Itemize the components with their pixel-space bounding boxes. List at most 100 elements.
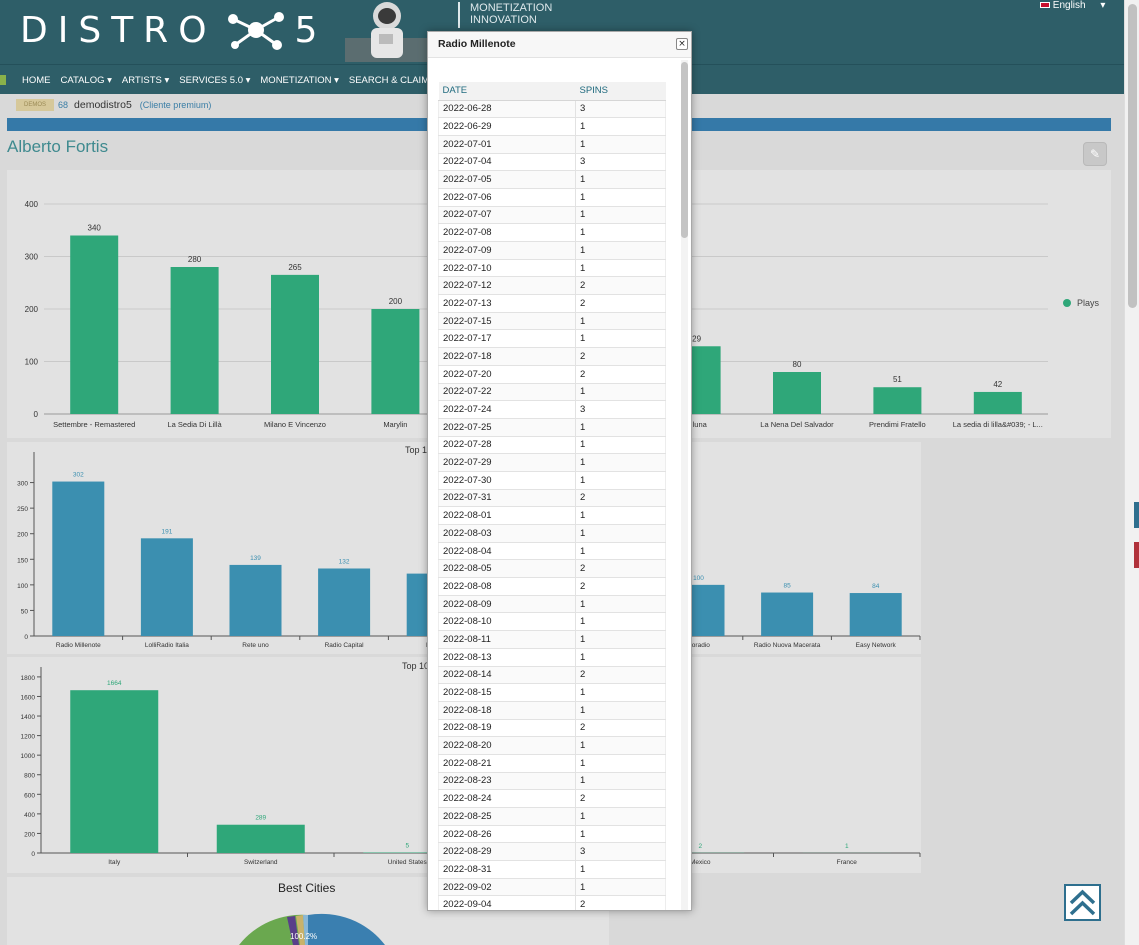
bar	[761, 592, 814, 636]
table-row: 2022-08-09 1	[438, 595, 666, 614]
data-label: 85	[783, 583, 791, 590]
cell-spins: 1	[575, 542, 666, 561]
page-scrollbar-thumb[interactable]	[1128, 4, 1137, 308]
y-tick-label: 150	[17, 557, 28, 564]
cell-date: 2022-07-24	[438, 400, 576, 419]
chart-legend[interactable]: Plays	[1063, 298, 1099, 308]
cell-date: 2022-07-25	[438, 418, 576, 437]
close-icon[interactable]: ×	[676, 38, 688, 50]
cell-spins: 1	[575, 648, 666, 667]
nav-catalog[interactable]: CATALOG ▾	[61, 75, 112, 86]
cell-date: 2022-06-28	[438, 100, 576, 119]
y-tick-label: 800	[24, 773, 35, 780]
nav-monetization[interactable]: MONETIZATION ▾	[260, 75, 338, 86]
nav-artists[interactable]: ARTISTS ▾	[122, 75, 169, 86]
cell-date: 2022-08-14	[438, 666, 576, 685]
y-tick-label: 100	[17, 583, 28, 590]
table-row: 2022-08-01 1	[438, 506, 666, 525]
bar	[371, 309, 420, 414]
nav-services[interactable]: SERVICES 5.0 ▾	[179, 75, 250, 86]
logo-text-left: DISTRO	[20, 9, 217, 51]
cell-spins: 2	[575, 577, 666, 596]
bar	[773, 372, 821, 414]
bar	[849, 593, 902, 636]
x-tick-label: Rete uno	[242, 642, 269, 649]
nav-home[interactable]: HOME	[22, 75, 51, 86]
table-row: 2022-07-07 1	[438, 206, 666, 225]
data-label: 2	[698, 843, 702, 850]
username[interactable]: demodistro5	[74, 99, 132, 111]
table-row: 2022-08-04 1	[438, 542, 666, 561]
cell-spins: 2	[575, 719, 666, 738]
cell-date: 2022-08-01	[438, 506, 576, 525]
y-tick-label: 1600	[21, 694, 36, 701]
cell-date: 2022-08-11	[438, 630, 576, 649]
y-tick-label: 0	[34, 410, 39, 419]
cell-spins: 1	[575, 223, 666, 242]
language-selector[interactable]: English ▾	[1040, 0, 1105, 11]
cell-spins: 1	[575, 683, 666, 702]
scroll-to-top-button[interactable]	[1064, 884, 1101, 921]
side-tab-red[interactable]	[1134, 542, 1139, 568]
table-row: 2022-08-03 1	[438, 524, 666, 543]
cell-date: 2022-08-21	[438, 754, 576, 773]
cell-date: 2022-08-05	[438, 559, 576, 579]
page-scrollbar[interactable]	[1124, 0, 1139, 945]
col-header-spins[interactable]: SPINS	[575, 82, 666, 101]
data-label: 5	[405, 843, 409, 850]
spins-table: DATE SPINS 2022-06-28 3 2022-06-29 1 2022-07…	[438, 82, 666, 910]
cell-spins: 1	[575, 860, 666, 879]
table-row: 2022-07-08 1	[438, 223, 666, 242]
pencil-icon[interactable]: ✎	[1083, 142, 1107, 166]
cell-spins: 3	[575, 153, 666, 172]
modal-title: Radio Millenote	[438, 38, 516, 50]
bar	[271, 274, 319, 414]
col-header-date[interactable]: DATE	[438, 82, 576, 101]
cell-date: 2022-09-02	[438, 878, 576, 897]
table-row: 2022-07-09 1	[438, 241, 666, 260]
user-count[interactable]: 68	[58, 100, 68, 110]
cell-date: 2022-07-04	[438, 153, 576, 172]
table-row: 2022-08-31 1	[438, 860, 666, 879]
cell-spins: 1	[575, 117, 666, 136]
cell-date: 2022-07-13	[438, 294, 576, 313]
distro5-logo[interactable]: DISTRO 5	[20, 8, 327, 52]
cell-date: 2022-07-09	[438, 241, 576, 260]
cell-spins: 1	[575, 259, 666, 278]
y-tick-label: 250	[17, 506, 28, 513]
cell-spins: 3	[575, 400, 666, 419]
table-row: 2022-08-25 1	[438, 807, 666, 826]
cell-spins: 1	[575, 701, 666, 720]
cell-spins: 2	[575, 789, 666, 808]
pie-label: 100.2%	[290, 932, 318, 941]
table-row: 2022-07-04 3	[438, 153, 666, 172]
cell-date: 2022-08-03	[438, 524, 576, 543]
bar	[170, 267, 219, 414]
cell-spins: 1	[575, 188, 666, 207]
y-tick-label: 1800	[21, 675, 36, 682]
legend-label-plays: Plays	[1077, 298, 1100, 308]
cell-spins: 1	[575, 506, 666, 525]
nav-search-claim[interactable]: SEARCH & CLAIM ▾	[349, 75, 437, 86]
side-tab-blue[interactable]	[1134, 502, 1139, 528]
cell-spins: 2	[575, 294, 666, 313]
bar	[318, 568, 371, 636]
x-tick-label: Marylin	[383, 420, 407, 429]
data-label: 302	[73, 472, 84, 479]
cell-spins: 1	[575, 772, 666, 791]
radio-spins-modal: Radio Millenote × DATE SPINS 2022-06-28 3…	[427, 31, 692, 911]
modal-scrollbar-thumb[interactable]	[681, 62, 688, 238]
cell-date: 2022-08-25	[438, 807, 576, 826]
table-row: 2022-07-29 1	[438, 453, 666, 472]
modal-scrollbar[interactable]	[679, 60, 689, 910]
table-row: 2022-08-10 1	[438, 612, 666, 632]
legend-dot	[1063, 299, 1071, 307]
cell-spins: 1	[575, 736, 666, 755]
x-tick-label: La sedia di lilla&#039; - L...	[953, 420, 1043, 429]
table-row: 2022-07-15 1	[438, 312, 666, 331]
cell-date: 2022-07-12	[438, 276, 576, 296]
pie-slice-main[interactable]	[308, 913, 385, 945]
bar	[973, 391, 1022, 414]
data-label: 100	[693, 575, 704, 582]
x-tick-label: La Nena Del Salvador	[760, 420, 834, 429]
